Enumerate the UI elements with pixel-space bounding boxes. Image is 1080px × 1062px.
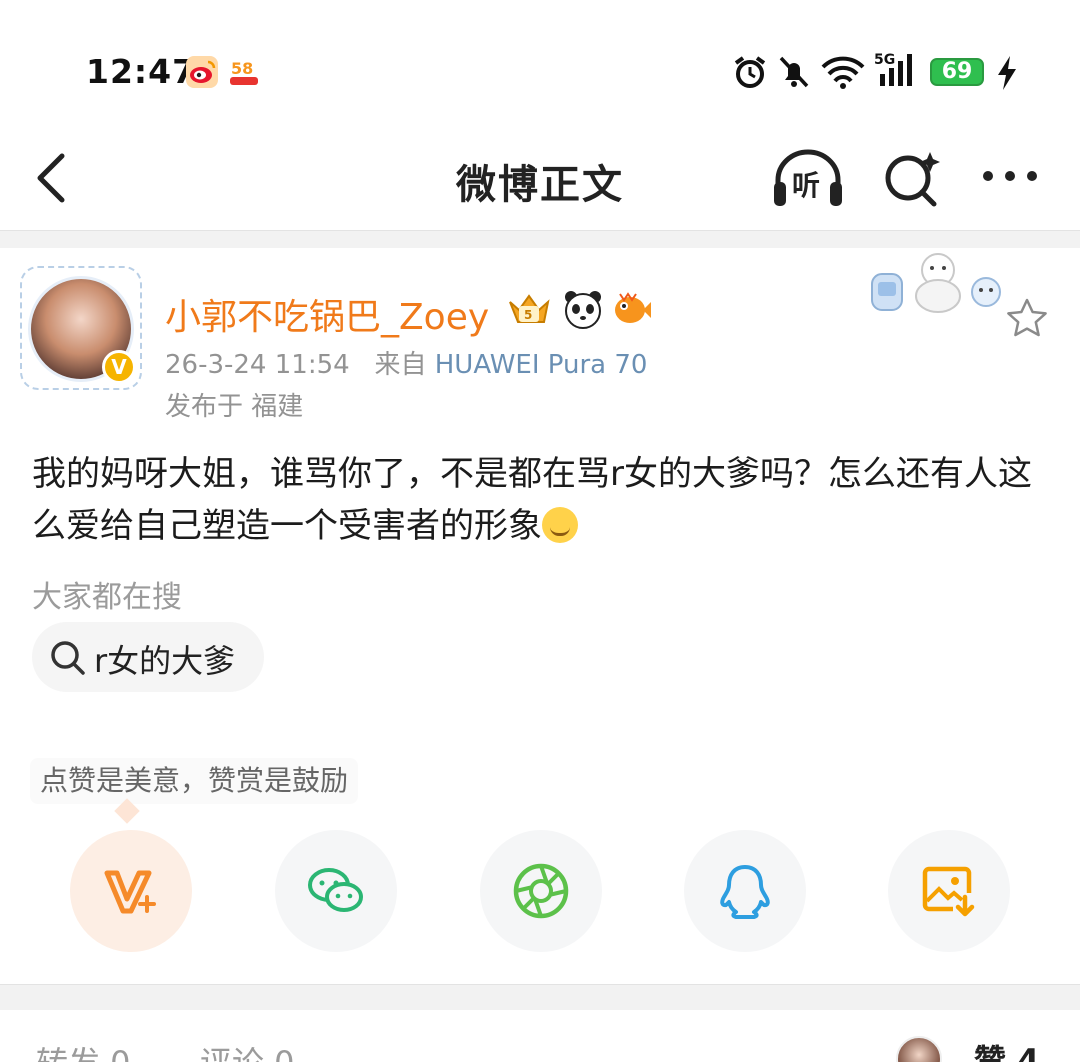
post-body: 我的妈呀大姐，谁骂你了，不是都在骂r女的大爹吗？怎么还有人这么爱给自己塑造一个受… <box>32 448 1052 552</box>
weibo-notification-icon <box>186 56 218 88</box>
wifi-icon <box>820 54 866 94</box>
battery-icon: 69 <box>930 58 984 86</box>
status-time: 12:47 <box>86 52 197 91</box>
post-meta: 26-3-24 11:54 来自 HUAWEI Pura 70 <box>165 344 647 381</box>
tab-forward[interactable]: 转发 0 <box>36 1038 131 1062</box>
liker-avatar <box>896 1036 942 1062</box>
section-divider <box>0 230 1080 248</box>
wechat-icon <box>308 868 363 912</box>
reward-tip: 点赞是美意，赞赏是鼓励 <box>30 758 359 804</box>
alarm-icon <box>732 54 768 94</box>
tab-likes[interactable]: 赞 4 <box>974 1036 1039 1062</box>
listen-label: 听 <box>792 169 821 202</box>
hot-search-chip[interactable]: r女的大爹 <box>32 622 264 692</box>
card-decoration-icon <box>866 248 1012 322</box>
moments-icon <box>513 863 569 919</box>
share-moments-button[interactable] <box>480 830 602 952</box>
save-image-icon <box>922 866 975 917</box>
panda-icon[interactable] <box>562 288 604 330</box>
signal-5g-icon: 5G <box>874 50 920 94</box>
section-divider-bottom <box>0 984 1080 1010</box>
source-prefix: 来自 <box>374 350 427 380</box>
crown-member-icon[interactable]: 5 <box>506 288 550 330</box>
post-card: V 小郭不吃锅巴_Zoey 5 26-3-24 11:54 来自 HUAWEI … <box>0 248 1080 984</box>
post-device[interactable]: HUAWEI Pura 70 <box>435 350 648 380</box>
battery-level: 69 <box>941 59 973 84</box>
58-app-icon: 58 <box>228 56 260 88</box>
interaction-tabs: 转发 0 评论 0 赞 4 <box>0 1010 1080 1062</box>
username[interactable]: 小郭不吃锅巴_Zoey <box>165 288 489 340</box>
svg-text:58: 58 <box>231 59 253 78</box>
fish-icon[interactable] <box>610 288 652 330</box>
search-sparkle-icon[interactable] <box>880 146 944 210</box>
verified-badge-icon: V <box>102 350 136 384</box>
search-icon <box>51 641 85 675</box>
svg-text:5: 5 <box>524 308 532 322</box>
title-bar: 微博正文 听 <box>0 130 1080 230</box>
charging-icon <box>996 56 1018 94</box>
post-text: 我的妈呀大姐，谁骂你了，不是都在骂r女的大爹吗？怎么还有人这么爱给自己塑造一个受… <box>32 454 1032 546</box>
grin-emoji-icon <box>542 507 578 543</box>
share-wechat-button[interactable] <box>275 830 397 952</box>
share-qq-button[interactable] <box>684 830 806 952</box>
favorite-star-icon[interactable] <box>1004 296 1050 342</box>
post-timestamp: 26-3-24 11:54 <box>165 350 350 380</box>
post-location: 发布于 福建 <box>165 392 304 422</box>
hot-search-text: r女的大爹 <box>94 642 236 680</box>
save-image-button[interactable] <box>888 830 1010 952</box>
reward-button[interactable] <box>70 830 192 952</box>
share-row <box>0 830 1080 954</box>
mute-icon <box>776 54 812 94</box>
network-label: 5G <box>874 52 895 68</box>
status-bar: 12:47 58 5G 69 <box>0 0 1080 130</box>
listen-button[interactable]: 听 <box>770 146 846 210</box>
reward-v-plus-icon <box>104 870 156 914</box>
qq-icon <box>720 865 770 919</box>
hot-search-label: 大家都在搜 <box>32 580 182 615</box>
more-icon[interactable] <box>978 158 1042 198</box>
tab-comment[interactable]: 评论 0 <box>200 1038 295 1062</box>
avatar[interactable]: V <box>20 266 142 390</box>
